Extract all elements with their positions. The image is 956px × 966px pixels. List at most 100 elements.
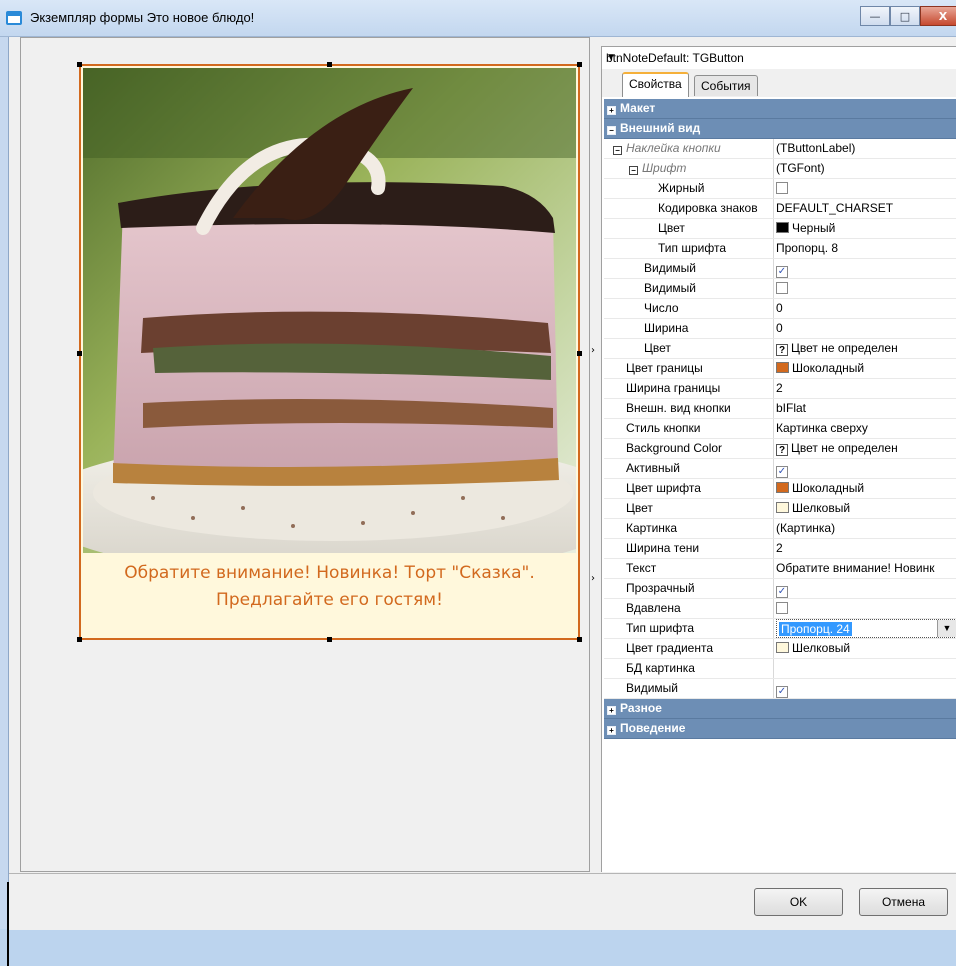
property-value[interactable]: ? Цвет не определен [776, 339, 956, 358]
property-value[interactable]: (TButtonLabel) [776, 139, 956, 158]
property-row[interactable]: Background Color? Цвет не определен [604, 439, 956, 459]
property-row[interactable]: Активный ✓ [604, 459, 956, 479]
property-value[interactable]: Черный [776, 219, 956, 238]
property-row[interactable]: − Наклейка кнопки (TButtonLabel) [604, 139, 956, 159]
property-value[interactable]: Пропорц. 8 [776, 239, 956, 258]
property-value[interactable] [776, 279, 956, 298]
ok-button[interactable]: OK [754, 888, 843, 916]
property-value[interactable]: ✓ [776, 259, 956, 278]
property-value[interactable]: ✓ [776, 679, 956, 698]
component-selector[interactable]: btnNoteDefault: TGButton ▼ [602, 47, 956, 69]
property-value[interactable]: Шелковый [776, 639, 956, 658]
splitter-arrow-icon[interactable]: › [591, 573, 595, 584]
button-preview[interactable]: Обратите внимание! Новинка! Торт "Сказка… [79, 64, 580, 640]
checkbox-checked[interactable]: ✓ [776, 466, 788, 478]
selected-value[interactable]: Пропорц. 24 [779, 622, 852, 636]
property-row[interactable]: Цвет Шелковый [604, 499, 956, 519]
property-value[interactable]: Шелковый [776, 499, 956, 518]
property-value[interactable]: (TGFont) [776, 159, 956, 178]
checkbox-checked[interactable]: ✓ [776, 266, 788, 278]
chevron-down-icon[interactable]: ▼ [937, 620, 956, 637]
category-text: Поведение [620, 721, 686, 735]
property-value[interactable]: ✓ [776, 459, 956, 478]
property-name-text: Прозрачный [626, 581, 695, 595]
minimize-button[interactable]: — [860, 6, 890, 26]
property-value[interactable]: Шоколадный [776, 479, 956, 498]
property-value[interactable]: 0 [776, 299, 956, 318]
collapse-icon[interactable]: − [613, 146, 622, 155]
property-value[interactable]: 2 [776, 539, 956, 558]
property-value[interactable]: 0 [776, 319, 956, 338]
property-value[interactable]: Картинка сверху [776, 419, 956, 438]
property-value[interactable] [776, 659, 956, 678]
property-row[interactable]: Ширина тени 2 [604, 539, 956, 559]
resize-handle-ne[interactable] [577, 62, 582, 67]
property-row[interactable]: Картинка (Картинка) [604, 519, 956, 539]
property-value[interactable] [776, 179, 956, 198]
maximize-button[interactable]: □ [890, 6, 920, 26]
property-category[interactable]: + Макет [604, 99, 956, 119]
property-value[interactable]: ✓ [776, 579, 956, 598]
property-row[interactable]: Стиль кнопки Картинка сверху [604, 419, 956, 439]
resize-handle-sw[interactable] [77, 637, 82, 642]
property-name: Цвет градиента [604, 639, 774, 658]
property-row[interactable]: Видимый ✓ [604, 259, 956, 279]
property-value[interactable]: ? Цвет не определен [776, 439, 956, 458]
property-row[interactable]: Цвет градиента Шелковый [604, 639, 956, 659]
property-row[interactable]: Цвет? Цвет не определен [604, 339, 956, 359]
property-row[interactable]: Видимый [604, 279, 956, 299]
chevron-down-icon[interactable]: ▼ [606, 52, 953, 63]
property-row[interactable]: Прозрачный ✓ [604, 579, 956, 599]
property-value-text: 2 [776, 381, 783, 395]
resize-handle-s[interactable] [327, 637, 332, 642]
property-row[interactable]: Внешн. вид кнопки bIFlat [604, 399, 956, 419]
collapse-icon[interactable]: − [629, 166, 638, 175]
resize-handle-w[interactable] [77, 351, 82, 356]
property-value[interactable]: bIFlat [776, 399, 956, 418]
property-value[interactable]: 2 [776, 379, 956, 398]
property-row[interactable]: Тип шрифта Пропорц. 8 [604, 239, 956, 259]
checkbox-checked[interactable]: ✓ [776, 586, 788, 598]
property-row[interactable]: Число 0 [604, 299, 956, 319]
property-row[interactable]: Ширина 0 [604, 319, 956, 339]
expand-icon[interactable]: + [607, 106, 616, 115]
property-row[interactable]: Жирный [604, 179, 956, 199]
checkbox-unchecked[interactable] [776, 282, 788, 294]
property-row[interactable]: Тип шрифта Пропорц. 24 ▼ [604, 619, 956, 639]
property-category[interactable]: + Разное [604, 699, 956, 719]
property-row[interactable]: Видимый ✓ [604, 679, 956, 699]
resize-handle-e[interactable] [577, 351, 582, 356]
property-value[interactable]: (Картинка) [776, 519, 956, 538]
property-row[interactable]: Цвет шрифта Шоколадный [604, 479, 956, 499]
font-type-editor[interactable]: Пропорц. 24 ▼ [776, 619, 956, 638]
property-value[interactable] [776, 599, 956, 618]
property-value[interactable]: Обратите внимание! Новинк [776, 559, 956, 578]
resize-handle-nw[interactable] [77, 62, 82, 67]
checkbox-checked[interactable]: ✓ [776, 686, 788, 698]
property-row[interactable]: − Шрифт (TGFont) [604, 159, 956, 179]
resize-handle-se[interactable] [577, 637, 582, 642]
property-value[interactable]: Шоколадный [776, 359, 956, 378]
property-name: Число [604, 299, 774, 318]
expand-icon[interactable]: + [607, 726, 616, 735]
close-button[interactable]: X [920, 6, 956, 26]
checkbox-unchecked[interactable] [776, 182, 788, 194]
tab-properties[interactable]: Свойства [622, 72, 689, 97]
resize-handle-n[interactable] [327, 62, 332, 67]
property-row[interactable]: Ширина границы 2 [604, 379, 956, 399]
property-category[interactable]: + Поведение [604, 719, 956, 739]
property-row[interactable]: Цвет границы Шоколадный [604, 359, 956, 379]
checkbox-unchecked[interactable] [776, 602, 788, 614]
property-row[interactable]: БД картинка [604, 659, 956, 679]
property-row[interactable]: Цвет Черный [604, 219, 956, 239]
property-row[interactable]: Кодировка знаков DEFAULT_CHARSET [604, 199, 956, 219]
property-row[interactable]: Вдавлена [604, 599, 956, 619]
property-category[interactable]: − Внешний вид [604, 119, 956, 139]
cancel-button[interactable]: Отмена [859, 888, 948, 916]
property-row[interactable]: Текст Обратите внимание! Новинк [604, 559, 956, 579]
expand-icon[interactable]: + [607, 706, 616, 715]
property-value[interactable]: DEFAULT_CHARSET [776, 199, 956, 218]
collapse-icon[interactable]: − [607, 126, 616, 135]
tab-events[interactable]: События [694, 75, 758, 96]
splitter-arrow-icon[interactable]: › [591, 345, 595, 356]
